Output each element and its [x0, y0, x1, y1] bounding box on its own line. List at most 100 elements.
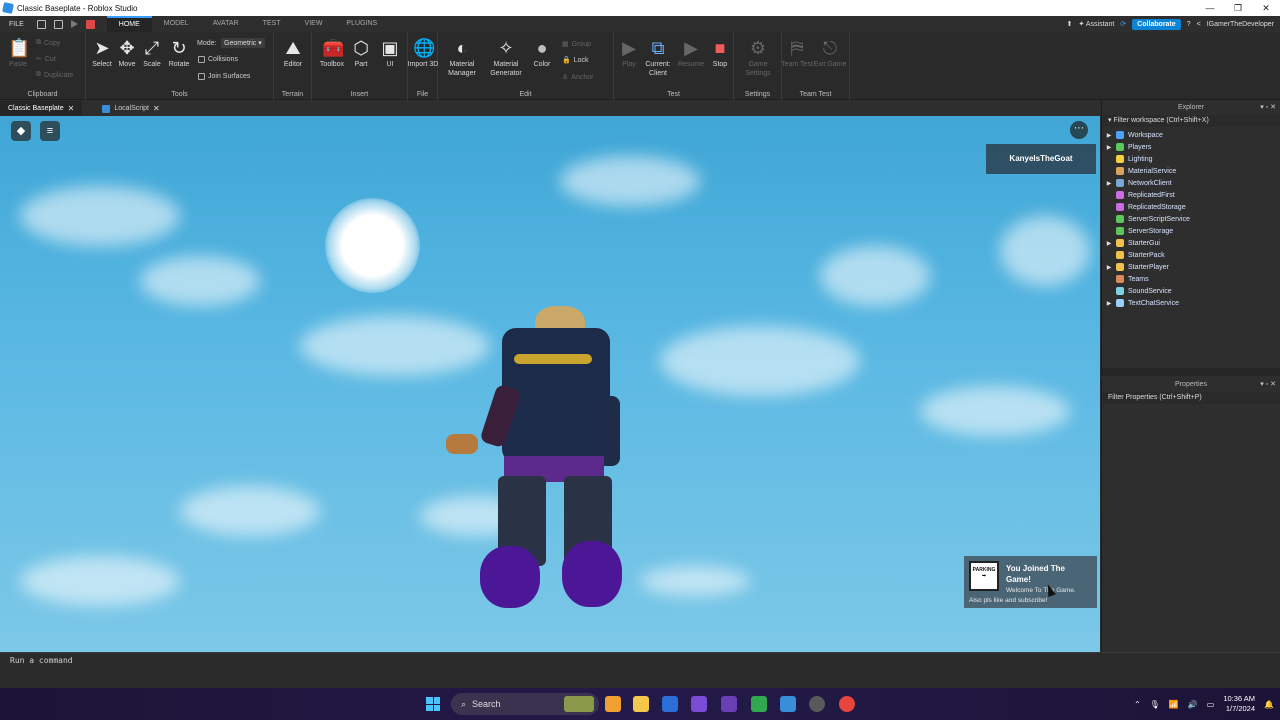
share-icon[interactable]: ⬆	[1067, 20, 1073, 28]
properties-filter-input[interactable]: Filter Properties (Ctrl+Shift+P)	[1102, 392, 1280, 404]
explorer-item-lighting[interactable]: Lighting	[1102, 153, 1280, 165]
video-editor-icon[interactable]	[721, 696, 737, 712]
tab-model[interactable]: MODEL	[152, 16, 201, 32]
maximize-button[interactable]: ❐	[1224, 0, 1252, 16]
rotate-tool-button[interactable]: ↻ Rotate	[161, 38, 197, 69]
explorer-item-soundservice[interactable]: SoundService	[1102, 285, 1280, 297]
command-bar[interactable]: Run a command	[0, 652, 1280, 688]
expand-arrow-icon[interactable]: ▶	[1102, 180, 1116, 187]
windows-start-icon[interactable]	[426, 697, 440, 711]
explorer-filter-input[interactable]: ▾ Filter workspace (Ctrl+Shift+X)	[1102, 115, 1280, 127]
microphone-icon[interactable]: 🎙	[1150, 700, 1160, 709]
lock-button[interactable]: 🔒 Lock	[562, 56, 589, 65]
volume-icon[interactable]: 🔊	[1188, 700, 1198, 709]
terrain-editor-button[interactable]: ⛰ Editor	[275, 38, 311, 69]
save-icon[interactable]	[53, 19, 63, 29]
explorer-item-serverstorage[interactable]: ServerStorage	[1102, 225, 1280, 237]
sync-icon[interactable]: ⟳	[1120, 20, 1126, 28]
file-explorer-icon[interactable]	[633, 696, 649, 712]
clock[interactable]: 10:36 AM 1/7/2024	[1223, 694, 1255, 714]
join-surfaces-checkbox[interactable]	[198, 73, 205, 80]
wifi-icon[interactable]: 📶	[1169, 700, 1179, 709]
minimize-button[interactable]: —	[1196, 0, 1224, 16]
explorer-item-serverscriptservice[interactable]: ServerScriptService	[1102, 213, 1280, 225]
exit-game-button[interactable]: ⎋ Exit Game	[812, 38, 848, 69]
anchor-button[interactable]: ⚓ Anchor	[562, 73, 593, 82]
explorer-item-teams[interactable]: Teams	[1102, 273, 1280, 285]
roblox-logo-icon[interactable]: ◆	[11, 121, 31, 141]
collaborate-button[interactable]: Collaborate	[1132, 18, 1181, 30]
share-link-icon[interactable]: <	[1197, 21, 1201, 28]
expand-arrow-icon[interactable]: ▶	[1102, 132, 1116, 139]
play-quick-icon[interactable]	[70, 20, 78, 28]
explorer-item-textchatservice[interactable]: ▶ TextChatService	[1102, 297, 1280, 309]
tab-home[interactable]: HOME	[106, 16, 152, 32]
explorer-item-networkclient[interactable]: ▶ NetworkClient	[1102, 177, 1280, 189]
explorer-item-materialservice[interactable]: MaterialService	[1102, 165, 1280, 177]
explorer-item-replicatedstorage[interactable]: ReplicatedStorage	[1102, 201, 1280, 213]
battery-icon[interactable]: ▭	[1207, 700, 1215, 709]
game-settings-button[interactable]: ⚙ Game Settings	[740, 38, 776, 78]
notifications-icon[interactable]: 🔔	[1264, 700, 1274, 709]
stop-button[interactable]: ■ Stop	[702, 38, 738, 69]
group-button[interactable]: ▦ Group	[562, 40, 591, 49]
stop-quick-icon[interactable]	[85, 19, 95, 29]
duplicate-button[interactable]: ⧉ Duplicate	[36, 71, 73, 79]
material-manager-button[interactable]: ◐ Material Manager	[444, 38, 480, 78]
material-generator-button[interactable]: ✧ Material Generator	[488, 38, 524, 78]
tab-plugins[interactable]: PLUGINS	[334, 16, 389, 32]
collisions-toggle[interactable]: Collisions	[198, 56, 238, 63]
current-client-button[interactable]: ⧉ Current: Client	[640, 38, 676, 78]
player-list-entry[interactable]: KanyeIsTheGoat	[986, 144, 1096, 174]
ui-button[interactable]: ▣ UI	[372, 38, 408, 69]
tray-overflow-icon[interactable]: ⌃	[1134, 700, 1141, 709]
assistant-button[interactable]: ✦ Assistant	[1078, 20, 1114, 28]
explorer-horizontal-scrollbar[interactable]	[1102, 368, 1280, 376]
collisions-checkbox[interactable]	[198, 56, 205, 63]
chat-menu-icon[interactable]: ≡	[40, 121, 60, 141]
tab-avatar[interactable]: AVATAR	[201, 16, 251, 32]
expand-arrow-icon[interactable]: ▶	[1102, 144, 1116, 151]
app-icon[interactable]	[691, 696, 707, 712]
help-icon[interactable]: ?	[1187, 21, 1191, 28]
expand-arrow-icon[interactable]: ▶	[1102, 300, 1116, 307]
username[interactable]: IGamerTheDeveloper	[1207, 21, 1274, 28]
game-viewport[interactable]: ◆ ≡ ⋯ KanyeIsTheGoat PARKING ➡ You Joined…	[0, 116, 1100, 652]
close-window-button[interactable]: ✕	[1252, 0, 1280, 16]
tab-local-script[interactable]: LocalScript ✕	[94, 101, 167, 116]
roblox-studio-taskbar-icon[interactable]	[780, 696, 796, 712]
copilot-icon[interactable]	[605, 696, 621, 712]
xbox-icon[interactable]	[751, 696, 767, 712]
expand-arrow-icon[interactable]: ▶	[1102, 264, 1116, 271]
tab-view[interactable]: VIEW	[293, 16, 335, 32]
import-3d-button[interactable]: 🌐 Import 3D	[405, 38, 441, 69]
explorer-item-players[interactable]: ▶ Players	[1102, 141, 1280, 153]
explorer-item-startergui[interactable]: ▶ StarterGui	[1102, 237, 1280, 249]
panel-controls[interactable]: ▾ ▫ ✕	[1260, 101, 1276, 115]
copy-button[interactable]: ⧉ Copy	[36, 39, 60, 47]
weather-widget-icon[interactable]	[564, 696, 594, 712]
more-options-icon[interactable]: ⋯	[1070, 121, 1088, 139]
obs-icon[interactable]	[809, 696, 825, 712]
file-menu[interactable]: FILE	[0, 21, 33, 28]
command-input[interactable]: Run a command	[10, 656, 73, 665]
chrome-icon[interactable]	[839, 696, 855, 712]
explorer-item-starterpack[interactable]: StarterPack	[1102, 249, 1280, 261]
mode-dropdown[interactable]: Geometric ▾	[221, 38, 265, 48]
explorer-item-replicatedfirst[interactable]: ReplicatedFirst	[1102, 189, 1280, 201]
join-surfaces-toggle[interactable]: Join Surfaces	[198, 73, 250, 80]
explorer-item-workspace[interactable]: ▶ Workspace	[1102, 129, 1280, 141]
tab-classic-baseplate[interactable]: Classic Baseplate ✕	[0, 101, 83, 116]
color-button[interactable]: ● Color	[524, 38, 560, 69]
tab-test[interactable]: TEST	[251, 16, 293, 32]
close-tab-icon[interactable]: ✕	[153, 101, 160, 116]
panel-controls[interactable]: ▾ ▫ ✕	[1260, 378, 1276, 392]
docs-icon[interactable]	[662, 696, 678, 712]
expand-arrow-icon[interactable]: ▶	[1102, 240, 1116, 247]
new-file-icon[interactable]	[36, 19, 46, 29]
paste-button[interactable]: 📋 Paste	[0, 38, 36, 69]
team-test-button[interactable]: ⛿ Team Test	[779, 38, 815, 69]
cut-button[interactable]: ✂ Cut	[36, 55, 56, 64]
close-tab-icon[interactable]: ✕	[68, 101, 75, 116]
explorer-item-starterplayer[interactable]: ▶ StarterPlayer	[1102, 261, 1280, 273]
